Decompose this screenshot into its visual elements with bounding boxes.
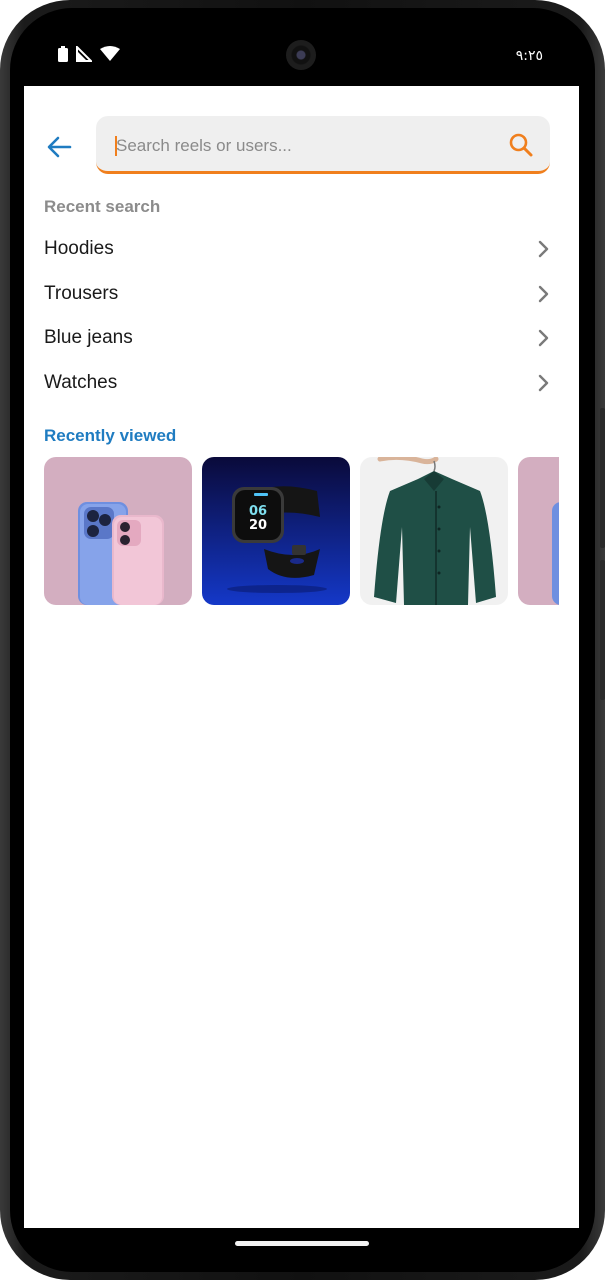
recently-viewed-item-phones[interactable]: [44, 457, 192, 605]
recent-search-item-hoodies[interactable]: Hoodies: [24, 227, 579, 272]
front-camera: [286, 40, 316, 70]
recently-viewed-carousel[interactable]: 06 20: [44, 457, 559, 605]
recent-search-item-blue-jeans[interactable]: Blue jeans: [24, 316, 579, 361]
wifi-icon: [100, 46, 120, 67]
smartwatch-image: 06 20: [202, 457, 350, 605]
recent-search-item-watches[interactable]: Watches: [24, 361, 579, 406]
status-icons: [58, 44, 120, 67]
search-bar: [96, 116, 550, 174]
recent-search-label: Watches: [44, 372, 118, 394]
recent-search-label: Blue jeans: [44, 327, 133, 349]
phones-image: [44, 457, 192, 605]
chevron-right-icon: [533, 284, 553, 304]
battery-icon: [58, 46, 68, 67]
recent-search-title: Recent search: [44, 197, 161, 216]
search-input[interactable]: [114, 128, 488, 164]
svg-text:06: 06: [249, 504, 267, 519]
svg-text:20: 20: [249, 518, 267, 533]
text-cursor: [115, 136, 117, 156]
chevron-right-icon: [533, 373, 553, 393]
search-icon[interactable]: [508, 132, 534, 158]
recently-viewed-item-smartwatch[interactable]: 06 20: [202, 457, 350, 605]
green-shirt-image: [360, 457, 508, 605]
recent-search-label: Trousers: [44, 282, 119, 304]
recent-search-item-trousers[interactable]: Trousers: [24, 272, 579, 317]
chevron-right-icon: [533, 328, 553, 348]
phones-image: [518, 457, 559, 605]
volume-button: [600, 408, 605, 548]
recently-viewed-title: Recently viewed: [44, 426, 177, 445]
back-arrow-icon[interactable]: [44, 132, 74, 162]
recent-search-label: Hoodies: [44, 238, 114, 260]
home-indicator[interactable]: [235, 1241, 369, 1246]
chevron-right-icon: [533, 239, 553, 259]
recent-search-list: Hoodies Trousers Blue jeans Watches: [24, 227, 579, 405]
power-button: [600, 560, 605, 700]
app-screen: Recent search Hoodies Trousers Blue jean…: [24, 86, 579, 1228]
recently-viewed-item-green-shirt[interactable]: [360, 457, 508, 605]
recently-viewed-item-phones-partial[interactable]: [518, 457, 559, 605]
status-time: ٩:٢٥: [515, 48, 543, 64]
signal-icon: [76, 44, 94, 67]
